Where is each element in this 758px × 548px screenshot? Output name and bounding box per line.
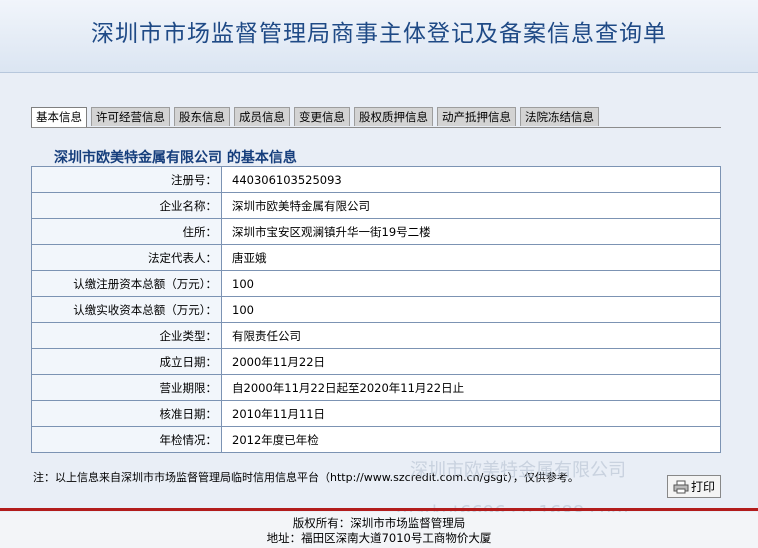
tab-shareholder-info[interactable]: 股东信息 (174, 107, 230, 126)
table-row: 企业类型： 有限责任公司 (31, 322, 721, 349)
footer-divider (0, 508, 758, 511)
row-label: 核准日期： (31, 400, 222, 427)
table-row: 企业名称： 深圳市欧美特金属有限公司 (31, 192, 721, 219)
tab-equity-pledge-info[interactable]: 股权质押信息 (354, 107, 433, 126)
row-value: 100 (221, 296, 721, 323)
page-footer: 版权所有：深圳市市场监督管理局 地址：福田区深南大道7010号工商物价大厦 (0, 512, 758, 548)
copyright-text: 版权所有：深圳市市场监督管理局 (292, 516, 466, 530)
row-label: 成立日期： (31, 348, 222, 375)
table-row: 年检情况： 2012年度已年检 (31, 426, 721, 453)
page-title: 深圳市市场监督管理局商事主体登记及备案信息查询单 (91, 21, 667, 47)
table-row: 法定代表人： 唐亚娥 (31, 244, 721, 271)
row-label: 认缴实收资本总额（万元）： (31, 296, 222, 323)
row-label: 住所： (31, 218, 222, 245)
row-value: 2000年11月22日 (221, 348, 721, 375)
row-label: 认缴注册资本总额（万元）： (31, 270, 222, 297)
row-label: 企业类型： (31, 322, 222, 349)
row-value: 2012年度已年检 (221, 426, 721, 453)
company-heading: 深圳市欧美特金属有限公司 的基本信息 (54, 150, 297, 166)
print-button-label: 打印 (690, 480, 715, 494)
table-row: 成立日期： 2000年11月22日 (31, 348, 721, 375)
row-label: 年检情况： (31, 426, 222, 453)
row-label: 注册号： (31, 166, 222, 193)
row-value: 440306103525093 (221, 166, 721, 193)
table-row: 认缴实收资本总额（万元）： 100 (31, 296, 721, 323)
address-text: 地址：福田区深南大道7010号工商物价大厦 (266, 531, 492, 545)
tab-court-freeze-info[interactable]: 法院冻结信息 (520, 107, 599, 126)
row-label: 营业期限： (31, 374, 222, 401)
tab-basic-info[interactable]: 基本信息 (31, 107, 87, 128)
printer-icon (673, 480, 689, 493)
table-row: 核准日期： 2010年11月11日 (31, 400, 721, 427)
tab-member-info[interactable]: 成员信息 (234, 107, 290, 126)
table-row: 认缴注册资本总额（万元）： 100 (31, 270, 721, 297)
table-row: 营业期限： 自2000年11月22日起至2020年11月22日止 (31, 374, 721, 401)
tab-change-info[interactable]: 变更信息 (294, 107, 350, 126)
page-header: 深圳市市场监督管理局商事主体登记及备案信息查询单 (0, 0, 758, 73)
table-row: 住所： 深圳市宝安区观澜镇升华一街19号二楼 (31, 218, 721, 245)
tab-bar: 基本信息 许可经营信息 股东信息 成员信息 变更信息 股权质押信息 动产抵押信息… (31, 107, 603, 128)
row-value: 2010年11月11日 (221, 400, 721, 427)
basic-info-table: 注册号： 440306103525093 企业名称： 深圳市欧美特金属有限公司 … (31, 166, 721, 453)
row-value: 唐亚娥 (221, 244, 721, 271)
row-value: 深圳市欧美特金属有限公司 (221, 192, 721, 219)
row-label: 企业名称： (31, 192, 222, 219)
row-value: 100 (221, 270, 721, 297)
row-label: 法定代表人： (31, 244, 222, 271)
tab-license-info[interactable]: 许可经营信息 (91, 107, 170, 126)
row-value: 有限责任公司 (221, 322, 721, 349)
tab-divider (31, 127, 721, 128)
tab-chattel-mortgage-info[interactable]: 动产抵押信息 (437, 107, 516, 126)
row-value: 深圳市宝安区观澜镇升华一街19号二楼 (221, 218, 721, 245)
table-row: 注册号： 440306103525093 (31, 166, 721, 193)
watermark-company: 深圳市欧美特金属有限公司 (410, 460, 626, 481)
print-button[interactable]: 打印 (667, 475, 721, 498)
row-value: 自2000年11月22日起至2020年11月22日止 (221, 374, 721, 401)
